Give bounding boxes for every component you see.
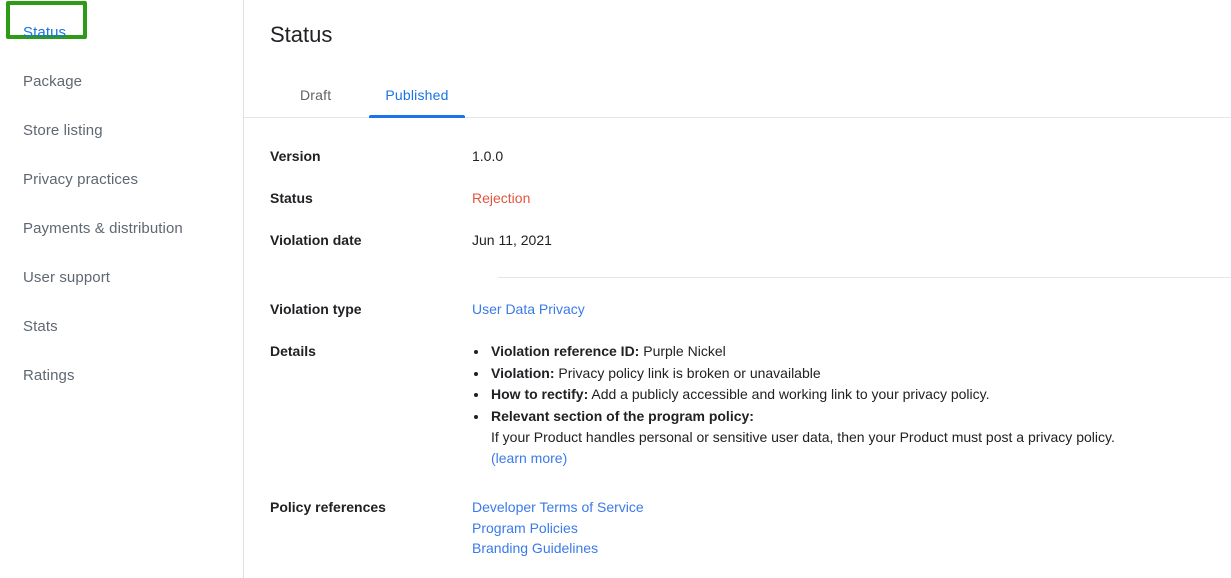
sidebar-item-ratings[interactable]: Ratings — [0, 351, 243, 400]
sidebar-item-status[interactable]: Status — [0, 8, 243, 57]
version-label: Version — [270, 148, 321, 164]
violation-type-value: User Data Privacy — [472, 299, 1231, 319]
violation-type-label: Violation type — [270, 301, 362, 317]
list-item: How to rectify: Add a publicly accessibl… — [489, 384, 1219, 405]
sidebar-item-stats[interactable]: Stats — [0, 302, 243, 351]
status-detail-list: Version 1.0.0 Status Rejection Violation… — [244, 118, 1231, 559]
status-badge: Rejection — [472, 190, 531, 206]
sidebar-item-package[interactable]: Package — [0, 57, 243, 106]
sidebar-item-label: Stats — [23, 318, 58, 335]
bullet-text: Purple Nickel — [639, 343, 726, 359]
version-value: 1.0.0 — [472, 148, 504, 164]
row-violation-date: Violation date Jun 11, 2021 — [244, 230, 1231, 250]
sidebar-item-label: Payments & distribution — [23, 220, 183, 237]
tab-label: Draft — [300, 86, 332, 103]
violation-type-link[interactable]: User Data Privacy — [472, 301, 585, 317]
details-paragraph: If your Product handles personal or sens… — [491, 427, 1219, 468]
policy-references-value: Developer Terms of Service Program Polic… — [472, 497, 1231, 559]
violation-date-value: Jun 11, 2021 — [472, 232, 552, 248]
sidebar-item-label: Package — [23, 73, 83, 90]
details-value: Violation reference ID: Purple Nickel Vi… — [472, 341, 1231, 469]
row-version: Version 1.0.0 — [244, 146, 1231, 166]
list-item: Violation: Privacy policy link is broken… — [489, 363, 1219, 384]
sidebar-item-payments-distribution[interactable]: Payments & distribution — [0, 204, 243, 253]
list-item: Relevant section of the program policy: … — [489, 406, 1219, 469]
status-label: Status — [270, 190, 313, 206]
policy-link-program-policies[interactable]: Program Policies — [472, 518, 1219, 539]
learn-more-link[interactable]: (learn more) — [491, 448, 1219, 469]
app-root: Status Package Store listing Privacy pra… — [0, 0, 1231, 578]
page-title: Status — [270, 22, 333, 47]
row-details: Details Violation reference ID: Purple N… — [244, 341, 1231, 469]
sidebar-navigation: Status Package Store listing Privacy pra… — [0, 0, 244, 578]
tab-published[interactable]: Published — [369, 72, 465, 118]
main-content: Status Draft Published Version 1.0.0 Sta… — [244, 0, 1231, 578]
sidebar-item-store-listing[interactable]: Store listing — [0, 106, 243, 155]
bullet-term: Violation reference ID: — [491, 343, 640, 359]
sidebar-item-user-support[interactable]: User support — [0, 253, 243, 302]
tab-draft[interactable]: Draft — [284, 72, 347, 117]
policy-link-branding-guidelines[interactable]: Branding Guidelines — [472, 538, 1219, 559]
sidebar-item-label: Status — [23, 24, 67, 41]
row-violation-type: Violation type User Data Privacy — [244, 299, 1231, 319]
policy-link-developer-terms-of-service[interactable]: Developer Terms of Service — [472, 497, 1219, 518]
sidebar-item-label: User support — [23, 269, 111, 286]
details-label: Details — [270, 343, 316, 359]
sidebar-item-label: Ratings — [23, 367, 75, 384]
bullet-term: Violation: — [491, 364, 555, 381]
list-item: Violation reference ID: Purple Nickel — [489, 341, 1219, 362]
details-bullet-list: Violation reference ID: Purple Nickel Vi… — [472, 341, 1219, 468]
sidebar-item-label: Store listing — [23, 122, 103, 139]
bullet-term: How to rectify: — [491, 386, 589, 402]
policy-references-label: Policy references — [270, 499, 386, 515]
bullet-text: Add a publicly accessible and working li… — [588, 386, 990, 402]
tab-label: Published — [385, 86, 449, 103]
sidebar-item-label: Privacy practices — [23, 171, 139, 188]
bullet-term: Relevant section of the program policy: — [491, 407, 754, 424]
sidebar-item-privacy-practices[interactable]: Privacy practices — [0, 155, 243, 204]
violation-date-label: Violation date — [270, 232, 362, 248]
bullet-text: Privacy policy link is broken or unavail… — [554, 364, 821, 381]
details-paragraph-text: If your Product handles personal or sens… — [491, 429, 1115, 445]
row-policy-references: Policy references Developer Terms of Ser… — [244, 497, 1231, 559]
tab-bar: Draft Published — [244, 72, 1231, 118]
row-status: Status Rejection — [244, 188, 1231, 208]
section-divider — [498, 277, 1231, 278]
